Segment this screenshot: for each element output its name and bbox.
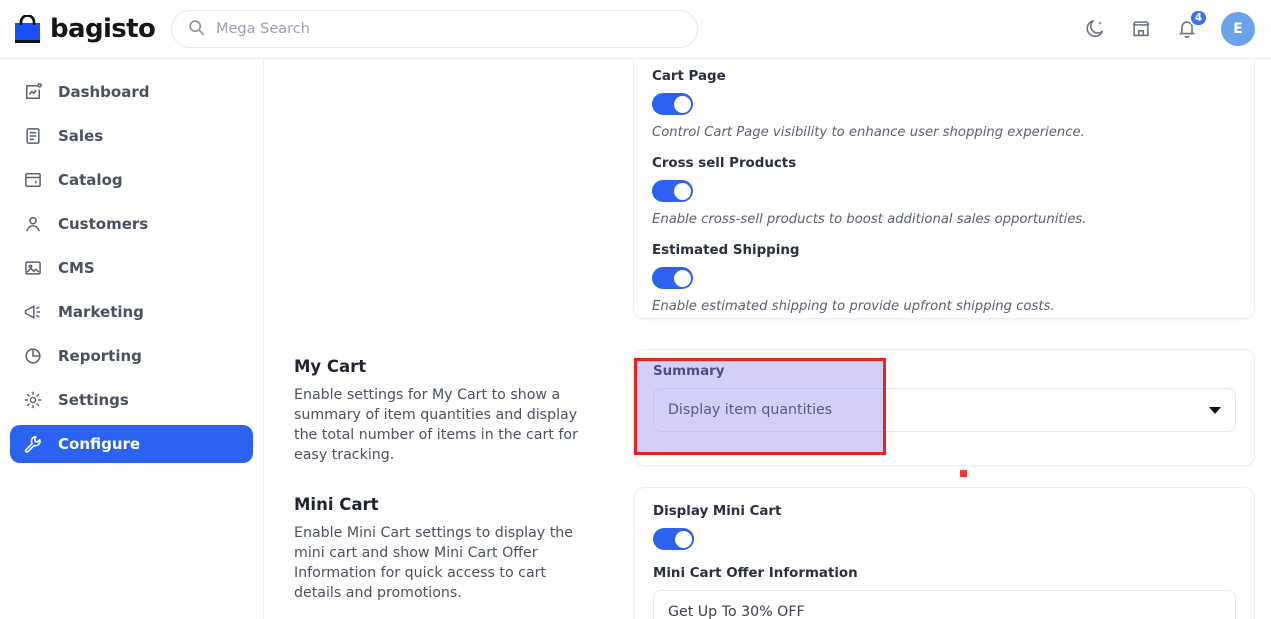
brand-name: bagisto: [50, 14, 155, 44]
field-cart-page: Cart Page Control Cart Page visibility t…: [652, 69, 1236, 140]
field-label: Estimated Shipping: [652, 243, 1236, 258]
section-mini-cart: Mini Cart Enable Mini Cart settings to d…: [264, 487, 1271, 619]
notification-badge: 4: [1189, 9, 1208, 27]
my-cart-summary-row: Summary Display item quantities: [635, 350, 1254, 446]
megaphone-icon: [22, 301, 44, 323]
sidebar-item-label: Sales: [58, 127, 103, 145]
cart-page-toggle[interactable]: [652, 93, 693, 115]
sidebar-item-label: CMS: [58, 259, 95, 277]
sidebar-item-marketing[interactable]: Marketing: [10, 293, 253, 331]
brand-logo[interactable]: bagisto: [14, 14, 154, 44]
sidebar-item-settings[interactable]: Settings: [10, 381, 253, 419]
document-lines-icon: [22, 125, 44, 147]
sidebar-item-sales[interactable]: Sales: [10, 117, 253, 155]
sidebar-item-label: Customers: [58, 215, 148, 233]
top-header: bagisto: [0, 0, 1271, 59]
field-help-text: Enable cross-sell products to boost addi…: [652, 212, 1236, 227]
field-estimated-shipping: Estimated Shipping Enable estimated ship…: [652, 243, 1236, 314]
cursor-marker: [960, 470, 967, 477]
mini-cart-offer-value: Get Up To 30% OFF: [668, 604, 805, 619]
storefront-icon[interactable]: [1129, 17, 1153, 41]
chevron-down-icon: [1209, 407, 1221, 414]
user-icon: [22, 213, 44, 235]
shopping-bag-icon: [14, 15, 41, 44]
wrench-icon: [22, 433, 44, 455]
cross-sell-products-toggle[interactable]: [652, 180, 693, 202]
mini-cart-offer-input[interactable]: Get Up To 30% OFF: [653, 590, 1236, 619]
sidebar-item-label: Settings: [58, 391, 129, 409]
my-cart-description-block: My Cart Enable settings for My Cart to s…: [280, 349, 634, 466]
sidebar-item-customers[interactable]: Customers: [10, 205, 253, 243]
admin-configure-page: bagisto: [0, 0, 1271, 619]
field-label: Cross sell Products: [652, 156, 1236, 171]
summary-select[interactable]: Display item quantities: [653, 388, 1236, 432]
section-title: Mini Cart: [294, 495, 594, 514]
sidebar-item-catalog[interactable]: Catalog: [10, 161, 253, 199]
cart-settings-card: Cart Page Control Cart Page visibility t…: [633, 59, 1255, 319]
my-cart-card: Summary Display item quantities: [634, 349, 1255, 466]
toggle-knob: [675, 531, 692, 548]
moon-icon[interactable]: [1083, 17, 1107, 41]
field-display-mini-cart: Display Mini Cart: [653, 504, 1236, 550]
field-label: Cart Page: [652, 69, 1236, 84]
field-label: Display Mini Cart: [653, 504, 1236, 519]
field-help-text: Enable estimated shipping to provide upf…: [652, 299, 1236, 314]
main-content: Cart Page Control Cart Page visibility t…: [264, 59, 1271, 619]
gear-icon: [22, 389, 44, 411]
mini-cart-description-block: Mini Cart Enable Mini Cart settings to d…: [280, 487, 634, 619]
sidebar-item-cms[interactable]: CMS: [10, 249, 253, 287]
toggle-knob: [674, 183, 691, 200]
avatar[interactable]: E: [1221, 12, 1255, 46]
sidebar-item-label: Dashboard: [58, 83, 149, 101]
field-help-text: Control Cart Page visibility to enhance …: [652, 125, 1236, 140]
section-my-cart: My Cart Enable settings for My Cart to s…: [264, 349, 1271, 466]
search-icon: [188, 19, 205, 40]
sidebar-item-label: Marketing: [58, 303, 144, 321]
bell-icon[interactable]: 4: [1175, 17, 1199, 41]
section-title: My Cart: [294, 357, 594, 376]
mini-cart-card: Display Mini Cart Mini Cart Offer Inform…: [634, 487, 1255, 619]
image-icon: [22, 257, 44, 279]
field-mini-cart-offer-information: Mini Cart Offer Information Get Up To 30…: [653, 566, 1236, 619]
search-input[interactable]: [216, 21, 681, 37]
summary-label: Summary: [653, 364, 1236, 379]
sidebar-item-reporting[interactable]: Reporting: [10, 337, 253, 375]
sidebar-item-label: Catalog: [58, 171, 123, 189]
catalog-window-icon: [22, 169, 44, 191]
estimated-shipping-toggle[interactable]: [652, 267, 693, 289]
display-mini-cart-toggle[interactable]: [653, 528, 694, 550]
pie-chart-icon: [22, 345, 44, 367]
sidebar-item-configure[interactable]: Configure: [10, 425, 253, 463]
sidebar-nav: Dashboard Sales Catalog: [0, 59, 264, 619]
section-description: Enable settings for My Cart to show a su…: [294, 385, 594, 466]
field-cross-sell-products: Cross sell Products Enable cross-sell pr…: [652, 156, 1236, 227]
toggle-knob: [674, 270, 691, 287]
summary-select-value: Display item quantities: [668, 402, 832, 418]
sidebar-item-dashboard[interactable]: Dashboard: [10, 73, 253, 111]
header-actions: 4 E: [1083, 12, 1255, 46]
toggle-knob: [674, 96, 691, 113]
field-label: Mini Cart Offer Information: [653, 566, 1236, 581]
search-box[interactable]: [171, 10, 698, 48]
dashboard-chart-icon: [22, 81, 44, 103]
sidebar-item-label: Configure: [58, 435, 140, 453]
sidebar-item-label: Reporting: [58, 347, 142, 365]
section-description: Enable Mini Cart settings to display the…: [294, 523, 594, 604]
